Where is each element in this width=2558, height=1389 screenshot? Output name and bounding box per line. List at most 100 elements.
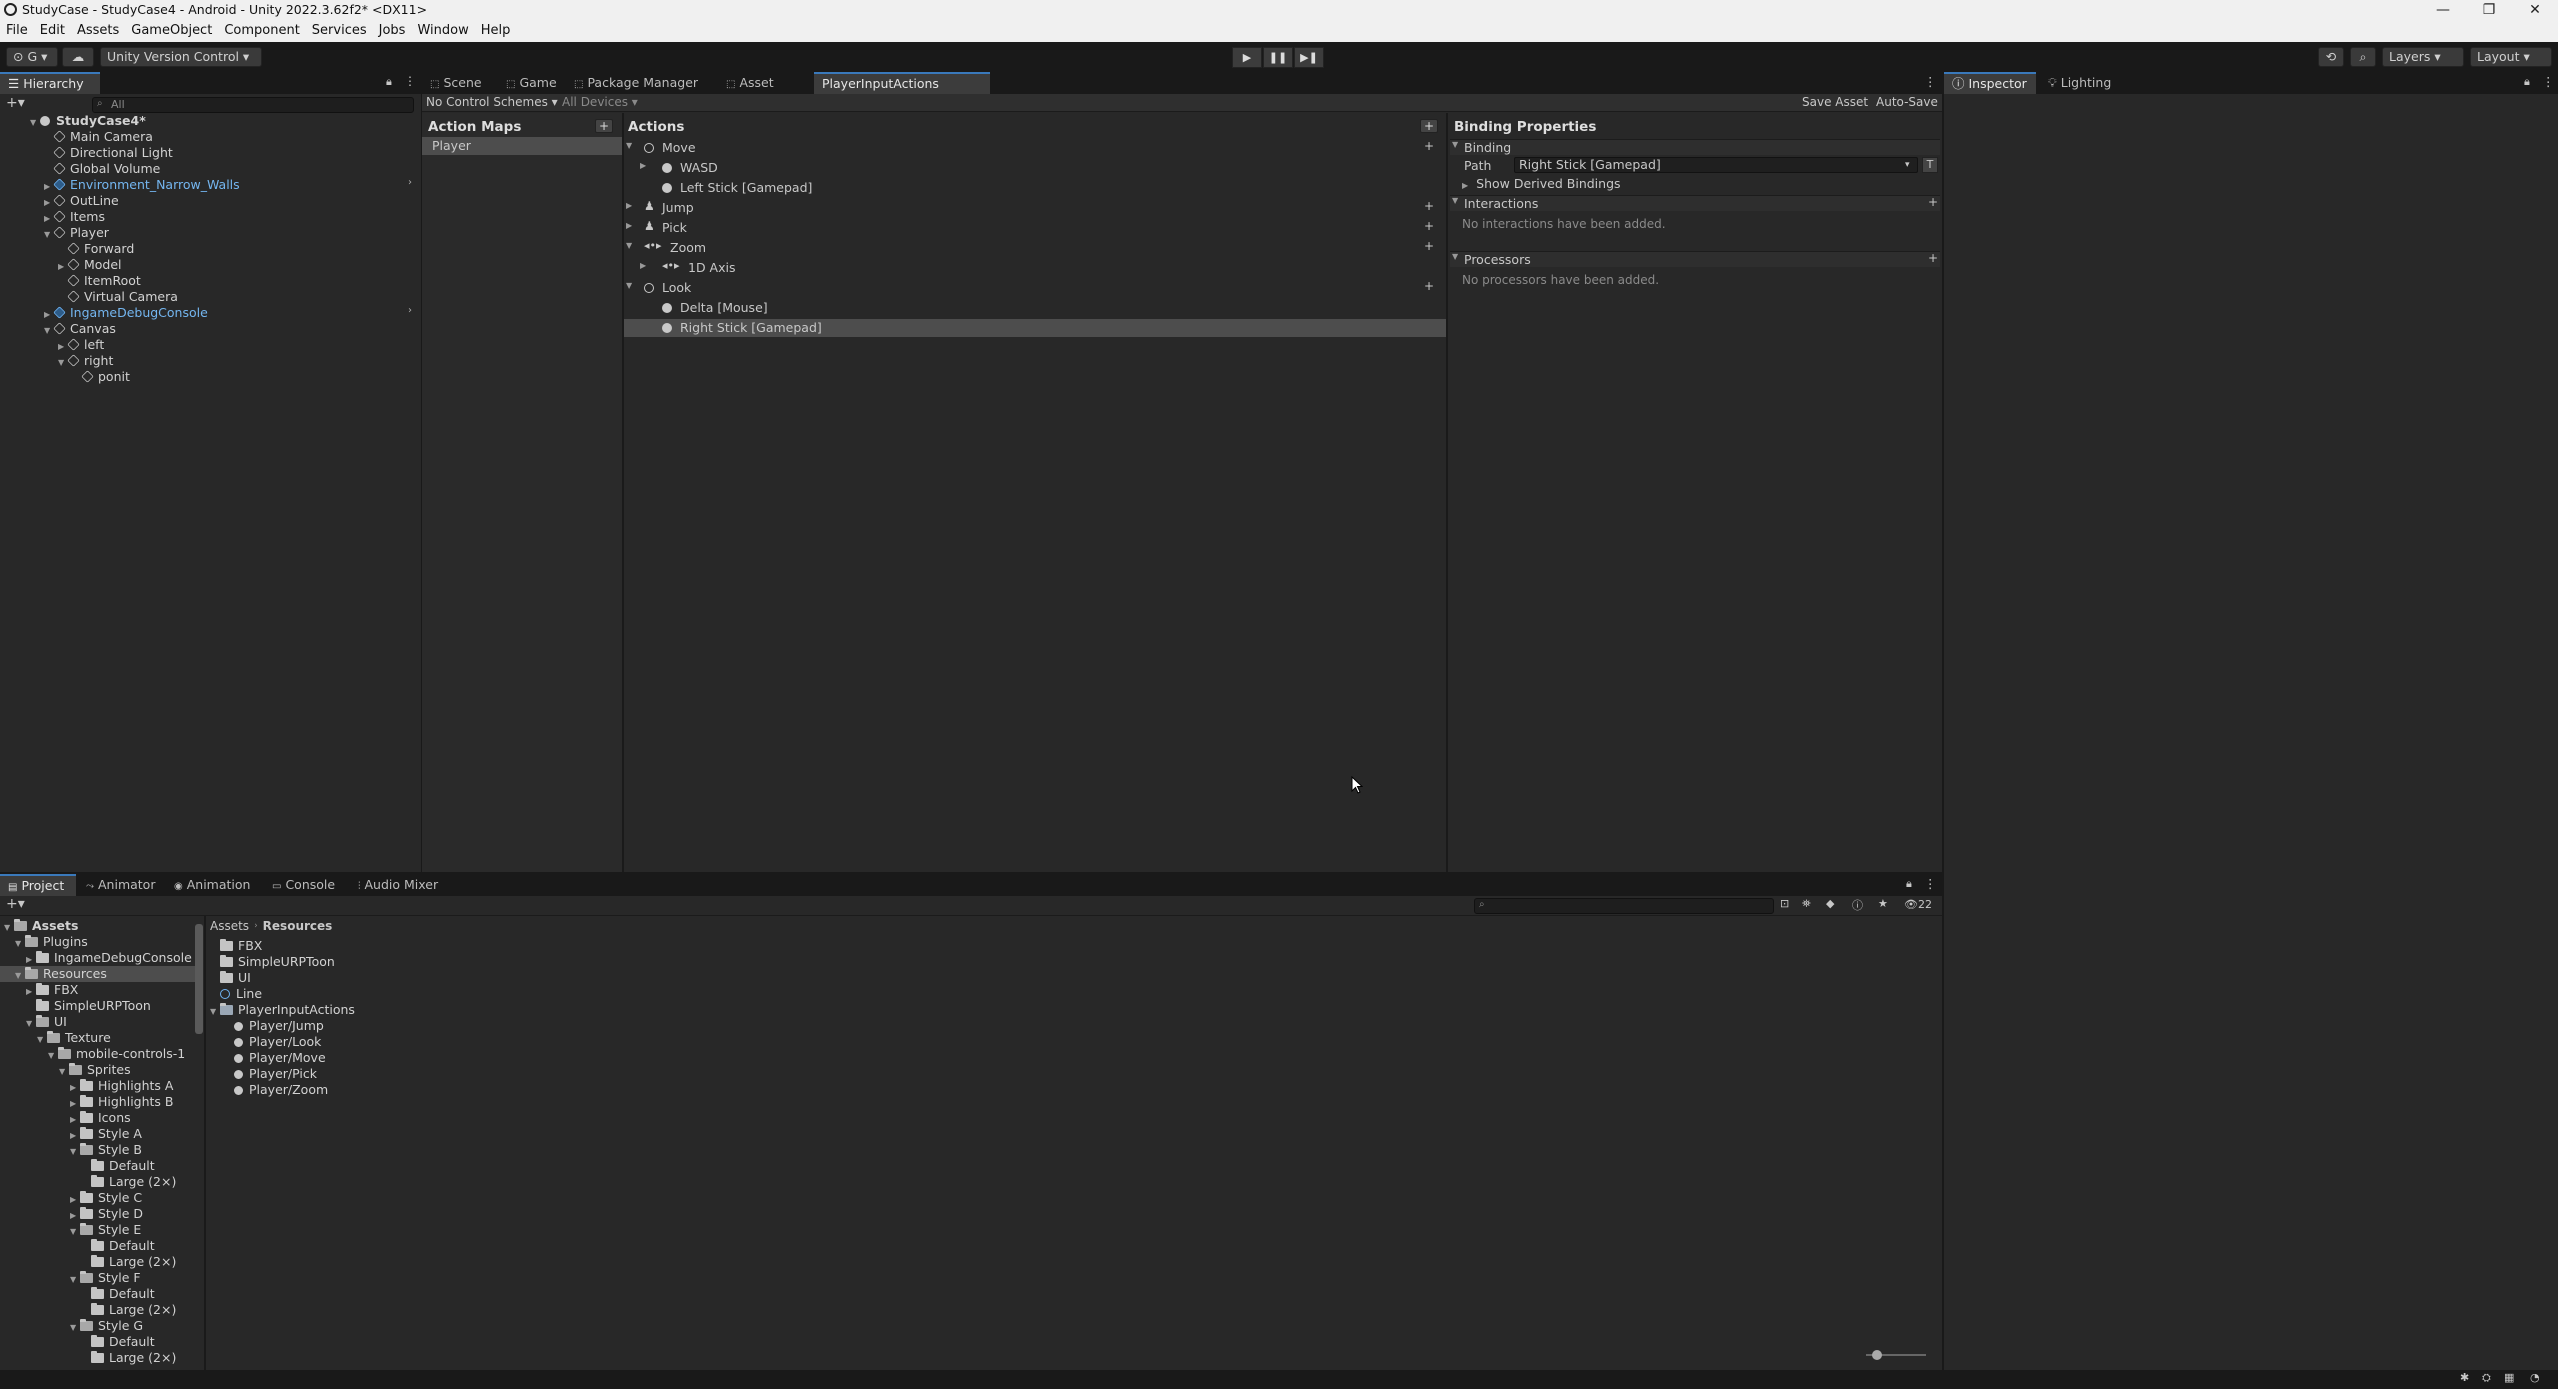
project-folder-item[interactable]: ▼ mobile-controls-1 (48, 1046, 185, 1062)
chevron-down-icon[interactable]: ▼ (4, 920, 14, 936)
devices-dropdown[interactable]: All Devices ▾ (562, 95, 638, 109)
interactions-section-header[interactable]: ▼ Interactions + (1450, 195, 1940, 211)
menu-jobs[interactable]: Jobs (373, 20, 412, 42)
project-folder-item[interactable]: Default (81, 1158, 155, 1174)
chevron-down-icon[interactable]: ▼ (15, 936, 25, 952)
more-menu-icon[interactable]: ⋮ (404, 74, 416, 88)
project-folder-item[interactable]: Large (2×) (81, 1302, 176, 1318)
chevron-down-icon[interactable]: ▼ (70, 1272, 80, 1288)
chevron-down-icon[interactable]: ▼ (626, 241, 632, 250)
project-file-item[interactable]: ▼ PlayerInputActions (210, 1002, 355, 1018)
binding-item[interactable]: Delta [Mouse] (624, 299, 1446, 317)
version-control-button[interactable]: Unity Version Control ▾ (100, 47, 262, 67)
project-folder-item[interactable]: ▼ Style G (70, 1318, 143, 1334)
lock-icon[interactable]: 🔒︎ (1906, 877, 1912, 891)
add-interaction-button[interactable]: + (1928, 195, 1938, 209)
tab-project[interactable]: ▤ Project (0, 874, 76, 896)
hierarchy-item[interactable]: Virtual Camera (58, 289, 178, 305)
tab-audio-mixer[interactable]: ⫶ Audio Mixer (350, 874, 448, 896)
project-file-item[interactable]: Player/Pick (234, 1066, 317, 1082)
chevron-down-icon[interactable]: ▼ (626, 281, 632, 290)
search-by-type-icon[interactable]: ⊡ (1780, 897, 1789, 910)
tab-console[interactable]: ▭ Console (264, 874, 348, 896)
chevron-down-icon[interactable]: ▼ (44, 323, 54, 339)
chevron-right-icon[interactable]: ▶ (626, 201, 632, 210)
text-mode-toggle[interactable]: T (1922, 157, 1938, 173)
project-folder-item[interactable]: Large (2×) (81, 1174, 176, 1190)
save-asset-button[interactable]: Save Asset (1802, 95, 1868, 109)
minimize-button[interactable]: — (2420, 0, 2466, 20)
account-button[interactable]: ⊙ G ▾ (6, 47, 58, 67)
action-item[interactable]: ▶ ♟ Jump + (624, 199, 1446, 217)
menu-component[interactable]: Component (218, 20, 305, 42)
project-folder-item[interactable]: ▶ Style A (70, 1126, 142, 1142)
hierarchy-item[interactable]: ▼ right (58, 353, 113, 369)
search-icon[interactable]: ⌕ (2350, 47, 2376, 67)
add-action-button[interactable]: + (1420, 119, 1438, 133)
action-item[interactable]: ▼ Move + (624, 139, 1446, 157)
hierarchy-item[interactable]: ▶ left (58, 337, 104, 353)
chevron-down-icon[interactable]: ▼ (37, 1032, 47, 1048)
project-folder-item[interactable]: ▶ IngameDebugConsole (26, 950, 192, 966)
progress-icon[interactable]: ◔ (2530, 1371, 2540, 1384)
project-folder-item[interactable]: Default (81, 1286, 155, 1302)
binding-section-header[interactable]: ▼ Binding (1450, 139, 1940, 155)
add-binding-button[interactable]: + (1424, 219, 1434, 233)
project-file-item[interactable]: FBX (210, 938, 262, 954)
more-menu-icon[interactable]: ⋮ (1924, 74, 1937, 89)
project-search-input[interactable]: ⌕ (1474, 898, 1774, 914)
cloud-icon[interactable]: ☁ (62, 47, 94, 67)
chevron-down-icon[interactable]: ▼ (44, 227, 54, 243)
action-item[interactable]: ▼ ◂•▸ Zoom + (624, 239, 1446, 257)
project-folder-item[interactable]: ▼ Texture (37, 1030, 111, 1046)
chevron-right-icon[interactable]: ▶ (626, 221, 632, 230)
chevron-down-icon[interactable]: ▼ (15, 968, 25, 984)
close-button[interactable]: ✕ (2512, 0, 2558, 20)
history-icon[interactable]: ⟲ (2318, 47, 2344, 67)
tab-lighting[interactable]: 💡︎ Lighting (2040, 72, 2130, 94)
chevron-down-icon[interactable]: ▼ (626, 141, 632, 150)
maximize-button[interactable]: ❐ (2466, 0, 2512, 20)
tab-package-manager[interactable]: ⬚ Package Manager (566, 72, 716, 94)
project-folder-item[interactable]: ▶ Icons (70, 1110, 131, 1126)
chevron-right-icon[interactable]: › (408, 305, 412, 316)
add-processor-button[interactable]: + (1928, 251, 1938, 265)
project-folder-item[interactable]: ▼ Plugins (15, 934, 88, 950)
project-file-item[interactable]: Player/Look (234, 1034, 321, 1050)
processors-section-header[interactable]: ▼ Processors + (1450, 251, 1940, 267)
menu-window[interactable]: Window (411, 20, 474, 42)
tree-scrollbar[interactable] (195, 924, 203, 1034)
add-binding-button[interactable]: + (1424, 279, 1434, 293)
tab-animation[interactable]: ◉ Animation (166, 874, 262, 896)
project-file-item[interactable]: SimpleURPToon (210, 954, 335, 970)
action-item[interactable]: ▼ Look + (624, 279, 1446, 297)
hierarchy-item[interactable]: Forward (58, 241, 134, 257)
project-folder-item[interactable]: ▶ Highlights A (70, 1078, 173, 1094)
project-folder-item[interactable]: Large (2×) (81, 1254, 176, 1270)
project-folder-item[interactable]: ▼ Style E (70, 1222, 141, 1238)
control-schemes-dropdown[interactable]: No Control Schemes ▾ (426, 95, 558, 109)
show-derived-bindings[interactable]: ▶ Show Derived Bindings (1462, 176, 1621, 191)
project-folder-item[interactable]: ▶ Style C (70, 1190, 142, 1206)
chevron-down-icon[interactable]: ▼ (70, 1144, 80, 1160)
hierarchy-item[interactable]: ▶ OutLine (44, 193, 119, 209)
lock-icon[interactable]: 🔒︎ (386, 75, 392, 89)
binding-item[interactable]: ▶ ◂•▸ 1D Axis (624, 259, 1446, 277)
chevron-right-icon[interactable]: ▶ (640, 161, 646, 170)
hierarchy-item[interactable]: ▼ Player (44, 225, 109, 241)
tab-animator[interactable]: ⤳ Animator (78, 874, 164, 896)
action-item[interactable]: ▶ ♟ Pick + (624, 219, 1446, 237)
project-folder-item[interactable]: Default (81, 1238, 155, 1254)
pause-button[interactable]: ❚❚ (1263, 47, 1293, 68)
project-folder-item[interactable]: ▼ Sprites (59, 1062, 131, 1078)
add-icon[interactable]: +▾ (6, 95, 25, 111)
info-icon[interactable]: ⓘ (1852, 897, 1863, 913)
chevron-down-icon[interactable]: ▼ (59, 1064, 69, 1080)
menu-services[interactable]: Services (306, 20, 373, 42)
hierarchy-item[interactable]: ▶ IngameDebugConsole (44, 305, 208, 321)
project-folder-item[interactable]: SimpleURPToon (26, 998, 151, 1014)
filter-icon[interactable]: ⛯ (1802, 897, 1811, 911)
tab-scene[interactable]: ⬚ Scene (422, 72, 496, 94)
project-folder-item[interactable]: Default (81, 1334, 155, 1350)
menu-edit[interactable]: Edit (34, 20, 71, 42)
